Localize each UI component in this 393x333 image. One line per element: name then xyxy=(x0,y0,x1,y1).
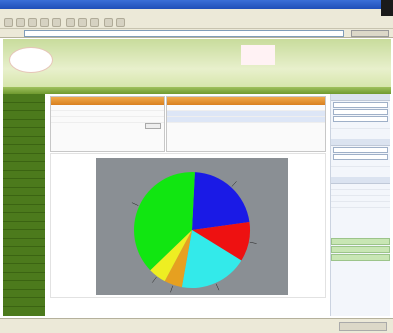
sidebar-item[interactable] xyxy=(3,179,45,188)
sidebar-item[interactable] xyxy=(3,196,45,205)
summary-panel xyxy=(50,96,165,152)
right-row xyxy=(331,123,390,129)
address-bar xyxy=(0,29,393,38)
sidebar-item[interactable] xyxy=(3,247,45,256)
window-titlebar xyxy=(0,0,393,9)
right-row xyxy=(331,202,390,208)
print-icon[interactable] xyxy=(116,18,125,27)
right-sidebar xyxy=(330,94,390,316)
menu-bar xyxy=(0,9,381,16)
right-section-header xyxy=(331,94,390,101)
sidebar-item[interactable] xyxy=(3,298,45,307)
sidebar-item[interactable] xyxy=(3,188,45,196)
sidebar-item[interactable] xyxy=(3,256,45,264)
detail-panel xyxy=(166,96,326,152)
sidebar-item[interactable] xyxy=(3,111,45,120)
right-status-block[interactable] xyxy=(331,238,390,245)
back-icon[interactable] xyxy=(4,18,13,27)
sidebar-item[interactable] xyxy=(3,94,45,103)
sidebar-item[interactable] xyxy=(3,205,45,213)
sidebar-item[interactable] xyxy=(3,103,45,111)
right-section-header xyxy=(331,177,390,184)
status-bar xyxy=(0,318,393,333)
site-logo[interactable] xyxy=(9,47,53,73)
sidebar-item[interactable] xyxy=(3,281,45,290)
chart-container xyxy=(50,153,326,298)
favorites-icon[interactable] xyxy=(78,18,87,27)
right-status-block[interactable] xyxy=(331,246,390,253)
refresh-icon[interactable] xyxy=(40,18,49,27)
sidebar-item[interactable] xyxy=(3,154,45,162)
sidebar-item[interactable] xyxy=(3,230,45,239)
sidebar-item[interactable] xyxy=(3,239,45,247)
detail-panel-header xyxy=(167,97,325,105)
sidebar-item[interactable] xyxy=(3,222,45,230)
address-input[interactable] xyxy=(24,30,344,37)
sidebar-item[interactable] xyxy=(3,273,45,281)
sidebar-item[interactable] xyxy=(3,120,45,128)
chart-caption xyxy=(55,298,317,303)
forward-icon[interactable] xyxy=(16,18,25,27)
right-input[interactable] xyxy=(333,154,388,160)
sidebar-item[interactable] xyxy=(3,137,45,145)
home-icon[interactable] xyxy=(52,18,61,27)
sidebar-item[interactable] xyxy=(3,171,45,179)
browser-toolbar xyxy=(0,16,393,29)
summary-action-button[interactable] xyxy=(145,123,161,129)
right-status-block[interactable] xyxy=(331,254,390,261)
right-input[interactable] xyxy=(333,147,388,153)
go-button[interactable] xyxy=(351,30,389,37)
right-input[interactable] xyxy=(333,102,388,108)
summary-panel-header xyxy=(51,97,164,105)
site-banner xyxy=(3,39,391,89)
status-zone xyxy=(339,322,387,331)
search-icon[interactable] xyxy=(66,18,75,27)
table-row[interactable] xyxy=(167,117,325,123)
right-input[interactable] xyxy=(333,116,388,122)
mail-icon[interactable] xyxy=(104,18,113,27)
sidebar-item[interactable] xyxy=(3,128,45,137)
sidebar-item[interactable] xyxy=(3,213,45,222)
sidebar-item[interactable] xyxy=(3,264,45,273)
sidebar-item[interactable] xyxy=(3,162,45,171)
promo-badge[interactable] xyxy=(241,45,275,65)
right-input[interactable] xyxy=(333,109,388,115)
sidebar-item[interactable] xyxy=(3,145,45,154)
sidebar-nav xyxy=(3,94,45,316)
right-section-header xyxy=(331,139,390,146)
pie-chart xyxy=(96,158,288,295)
history-icon[interactable] xyxy=(90,18,99,27)
stop-icon[interactable] xyxy=(28,18,37,27)
sidebar-item[interactable] xyxy=(3,290,45,298)
top-nav-strip xyxy=(3,87,391,94)
right-row xyxy=(331,161,390,167)
